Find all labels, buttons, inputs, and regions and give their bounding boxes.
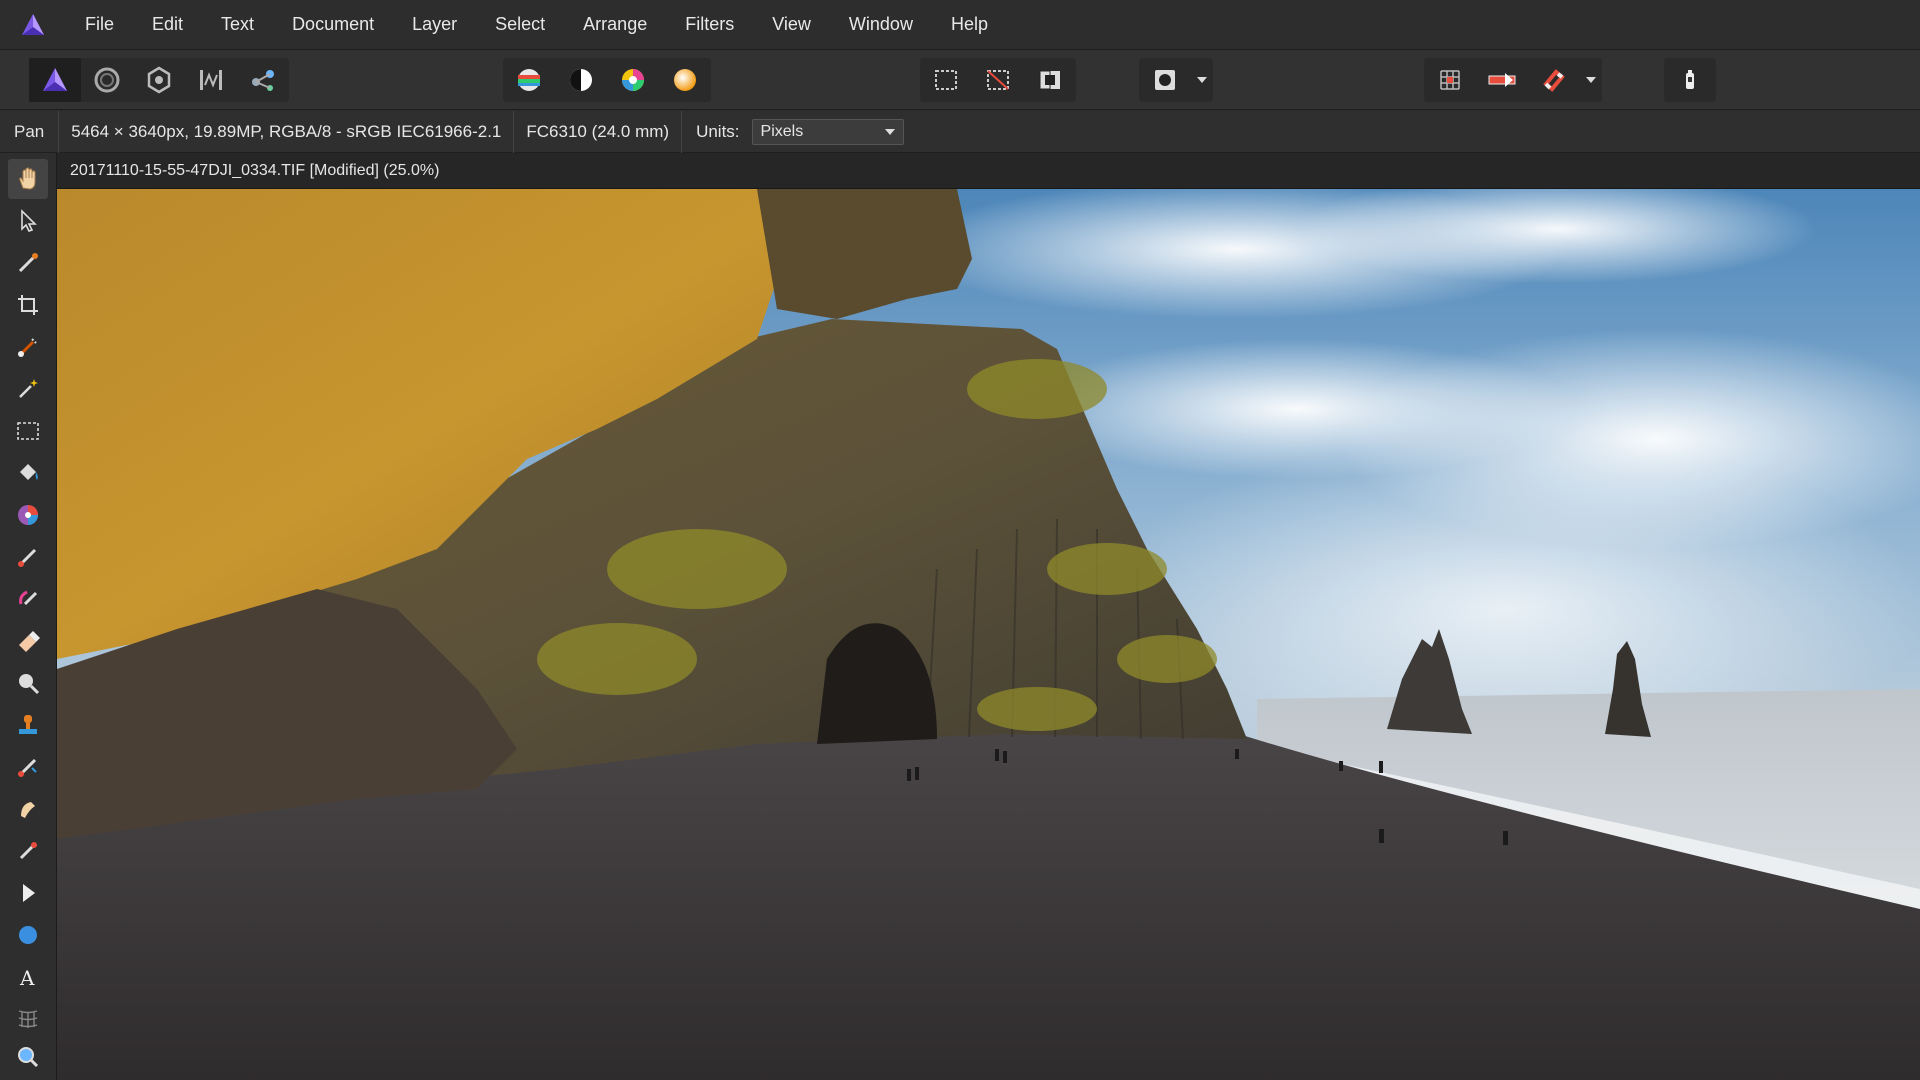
- menu-document[interactable]: Document: [273, 0, 393, 50]
- auto-colors-icon[interactable]: [607, 58, 659, 102]
- menu-filters[interactable]: Filters: [666, 0, 753, 50]
- deselect-icon[interactable]: [972, 58, 1024, 102]
- toolbar: [0, 50, 1920, 110]
- document-canvas[interactable]: [57, 189, 1920, 1080]
- hand-tool-icon[interactable]: [8, 159, 48, 199]
- healing-brush-tool-icon[interactable]: [8, 747, 48, 787]
- crop-tool-icon[interactable]: [8, 285, 48, 325]
- force-pixel-alignment-icon[interactable]: [1476, 58, 1528, 102]
- menu-window[interactable]: Window: [830, 0, 932, 50]
- units-value: Pixels: [760, 122, 804, 140]
- camera-info: FC6310 (24.0 mm): [514, 110, 683, 153]
- chevron-down-icon: [1197, 77, 1207, 83]
- color-picker-tool-icon[interactable]: [8, 243, 48, 283]
- erase-brush-tool-icon[interactable]: [8, 621, 48, 661]
- menu-select[interactable]: Select: [476, 0, 564, 50]
- export-persona-icon[interactable]: [237, 58, 289, 102]
- quick-mask-dropdown[interactable]: [1191, 58, 1213, 102]
- menu-file[interactable]: File: [66, 0, 133, 50]
- auto-white-balance-icon[interactable]: [659, 58, 711, 102]
- zoom-tool-icon[interactable]: [8, 1037, 48, 1077]
- clone-brush-tool-icon[interactable]: [8, 705, 48, 745]
- move-tool-icon[interactable]: [8, 201, 48, 241]
- color-replacement-brush-icon[interactable]: [8, 579, 48, 619]
- liquify-persona-icon[interactable]: [81, 58, 133, 102]
- ellipse-tool-icon[interactable]: [8, 915, 48, 955]
- landscape-photo: [57, 189, 1920, 1080]
- marquee-selection-icon[interactable]: [920, 58, 972, 102]
- photo-persona-icon[interactable]: [29, 58, 81, 102]
- menu-arrange[interactable]: Arrange: [564, 0, 666, 50]
- svg-text:A: A: [19, 966, 35, 990]
- red-eye-tool-icon[interactable]: [8, 831, 48, 871]
- affinity-photo-logo-icon[interactable]: [0, 0, 66, 50]
- chevron-down-icon: [884, 128, 895, 135]
- auto-contrast-icon[interactable]: [555, 58, 607, 102]
- snapping-group: [1424, 58, 1602, 102]
- develop-persona-icon[interactable]: [133, 58, 185, 102]
- quick-mask-group: [1139, 58, 1213, 102]
- document-title: 20171110-15-55-47DJI_0334.TIF [Modified]…: [70, 161, 440, 179]
- quick-mask-icon[interactable]: [1139, 58, 1191, 102]
- menu-view[interactable]: View: [753, 0, 830, 50]
- auto-adjust-group: [503, 58, 711, 102]
- invert-selection-icon[interactable]: [1024, 58, 1076, 102]
- assistant-group: [1664, 58, 1716, 102]
- units-select[interactable]: Pixels: [751, 118, 904, 145]
- menu-edit[interactable]: Edit: [133, 0, 202, 50]
- gradient-tool-icon[interactable]: [8, 495, 48, 535]
- flood-fill-tool-icon[interactable]: [8, 453, 48, 493]
- menu-text[interactable]: Text: [202, 0, 273, 50]
- menu-help[interactable]: Help: [932, 0, 1007, 50]
- assistant-icon[interactable]: [1664, 58, 1716, 102]
- auto-levels-icon[interactable]: [503, 58, 555, 102]
- current-tool-label: Pan: [0, 110, 60, 153]
- document-tab[interactable]: 20171110-15-55-47DJI_0334.TIF [Modified]…: [57, 153, 1920, 189]
- rectangular-marquee-tool-icon[interactable]: [8, 411, 48, 451]
- mesh-warp-tool-icon[interactable]: [8, 999, 48, 1039]
- tools-panel: A: [0, 153, 57, 1080]
- magic-wand-tool-icon[interactable]: [8, 369, 48, 409]
- snapping-dropdown[interactable]: [1580, 58, 1602, 102]
- node-tool-icon[interactable]: [8, 873, 48, 913]
- menu-layer[interactable]: Layer: [393, 0, 476, 50]
- menu-bar: File Edit Text Document Layer Select Arr…: [0, 0, 1920, 50]
- image-info: 5464 × 3640px, 19.89MP, RGBA/8 - sRGB IE…: [59, 110, 515, 153]
- paint-brush-tool-icon[interactable]: [8, 537, 48, 577]
- persona-group: [29, 58, 289, 102]
- selection-group: [920, 58, 1076, 102]
- selection-brush-tool-icon[interactable]: [8, 327, 48, 367]
- smudge-brush-tool-icon[interactable]: [8, 789, 48, 829]
- grid-icon[interactable]: [1424, 58, 1476, 102]
- chevron-down-icon: [1586, 77, 1596, 83]
- dodge-brush-tool-icon[interactable]: [8, 663, 48, 703]
- artistic-text-tool-icon[interactable]: A: [8, 957, 48, 997]
- context-toolbar: Pan 5464 × 3640px, 19.89MP, RGBA/8 - sRG…: [0, 110, 1920, 153]
- tone-mapping-persona-icon[interactable]: [185, 58, 237, 102]
- units-label: Units:: [696, 121, 740, 141]
- snapping-magnet-icon[interactable]: [1528, 58, 1580, 102]
